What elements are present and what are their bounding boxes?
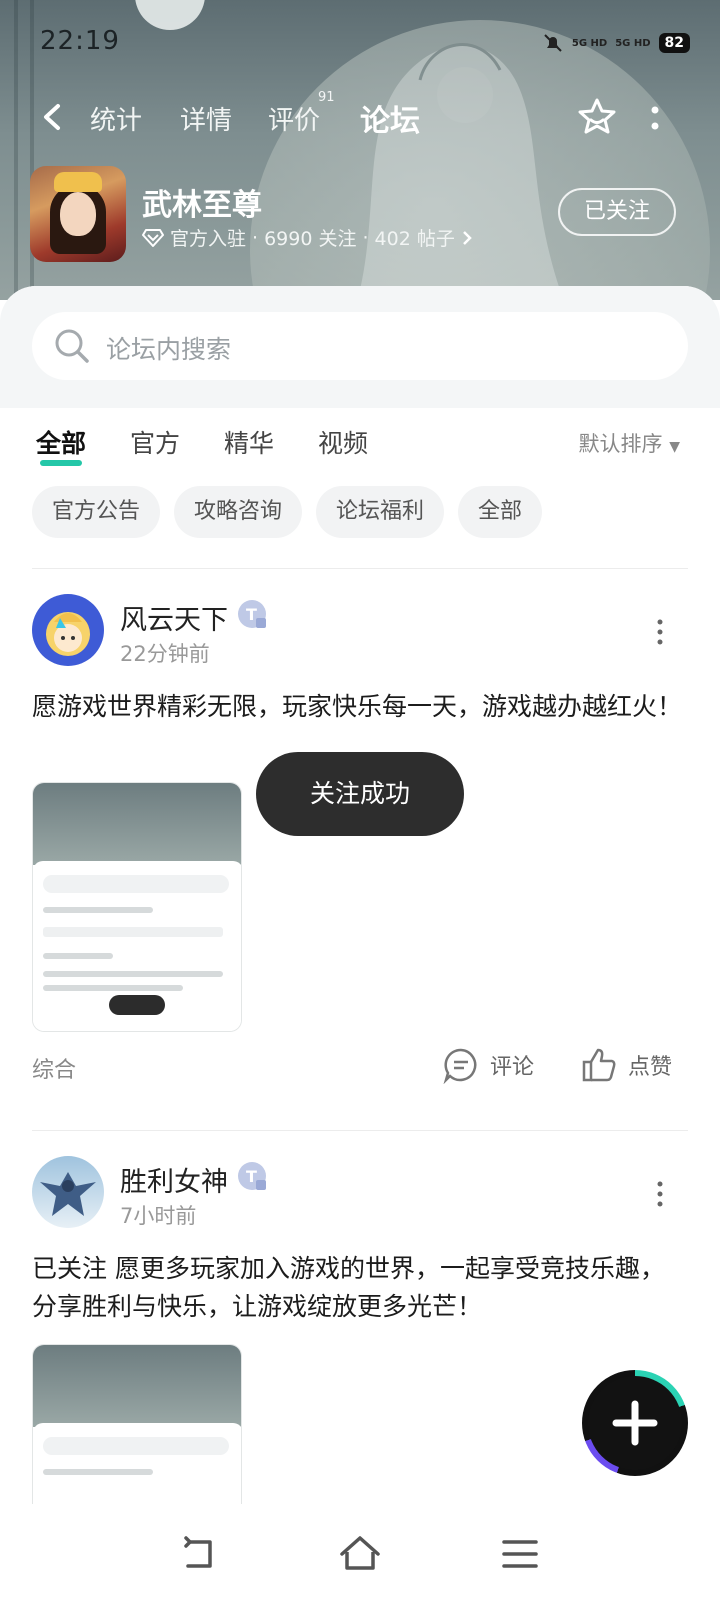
- mute-bell-icon: [544, 34, 562, 52]
- svg-text:T: T: [246, 605, 257, 624]
- tab-forum[interactable]: 论坛: [360, 96, 420, 140]
- top-nav: 统计 详情 评价 91 论坛: [0, 90, 720, 146]
- divider: [32, 1130, 688, 1131]
- followers-count: 6990 关注: [264, 228, 357, 250]
- like-label: 点赞: [628, 1055, 673, 1080]
- svg-text:T: T: [246, 1167, 257, 1186]
- status-time: 22:19: [40, 26, 120, 56]
- chevron-right-icon: [462, 230, 472, 245]
- sort-label: 默认排序: [578, 432, 663, 456]
- meta-separator: ·: [252, 226, 259, 249]
- like-button[interactable]: 点赞: [580, 1046, 672, 1084]
- post-category: 综合: [32, 1058, 77, 1083]
- system-nav-bar: [0, 1512, 720, 1600]
- caret-down-icon: ▼: [669, 439, 680, 455]
- search-icon: [55, 329, 89, 363]
- more-vertical-icon[interactable]: [650, 104, 660, 134]
- post-text: 已关注 愿更多玩家加入游戏的世界，一起享受竞技乐趣，分享胜利与快乐，让游戏绽放更…: [32, 1254, 665, 1321]
- post-author[interactable]: 风云天下: [120, 598, 228, 637]
- menu-icon[interactable]: [498, 1532, 542, 1576]
- status-icons: 5G HD 5G HD 82: [542, 32, 690, 54]
- tab-reviews[interactable]: 评价: [268, 100, 320, 137]
- chip-guides[interactable]: 攻略咨询: [174, 486, 303, 538]
- app-info: 武林至尊 官方入驻 · 6990 关注 · 402 帖子 已关注: [30, 166, 690, 262]
- tab-stats[interactable]: 统计: [90, 100, 142, 137]
- chip-welfare[interactable]: 论坛福利: [316, 486, 445, 538]
- signal-1-label: 5G HD: [571, 37, 608, 49]
- create-post-button[interactable]: [582, 1370, 688, 1476]
- home-icon[interactable]: [338, 1532, 382, 1576]
- star-icon[interactable]: [576, 96, 618, 138]
- search-area: 论坛内搜索: [0, 286, 720, 408]
- thumbs-up-icon: [582, 1048, 616, 1082]
- comment-icon: [443, 1048, 477, 1084]
- signal-2-label: 5G HD: [615, 37, 651, 49]
- diamond-icon: [142, 228, 164, 247]
- more-vertical-icon[interactable]: [656, 1180, 664, 1208]
- user-level-icon: T: [238, 600, 266, 628]
- chip-official-notice[interactable]: 官方公告: [32, 486, 161, 538]
- plus-icon: [612, 1400, 658, 1446]
- sort-dropdown[interactable]: 默认排序 ▼: [579, 428, 680, 458]
- follow-button[interactable]: 已关注: [558, 188, 676, 236]
- post-image[interactable]: [32, 782, 242, 1032]
- app-meta[interactable]: 官方入驻 · 6990 关注 · 402 帖子: [142, 224, 473, 251]
- comment-button[interactable]: 评论: [442, 1046, 534, 1084]
- avatar[interactable]: [32, 594, 104, 666]
- avatar[interactable]: [32, 1156, 104, 1228]
- post-image[interactable]: [32, 1344, 242, 1504]
- app-icon[interactable]: [30, 166, 126, 262]
- filter-tab-all[interactable]: 全部: [36, 424, 86, 466]
- chevron-left-icon[interactable]: [36, 100, 70, 134]
- post-time: 22分钟前: [120, 642, 210, 666]
- search-placeholder: 论坛内搜索: [106, 335, 232, 364]
- category-chips: 官方公告 攻略咨询 论坛福利 全部: [32, 486, 543, 538]
- more-vertical-icon[interactable]: [656, 618, 664, 646]
- user-level-icon: T: [238, 1162, 266, 1190]
- battery-level: 82: [658, 33, 690, 53]
- status-bar: 22:19 5G HD 5G HD 82: [0, 0, 720, 80]
- post-text: 愿游戏世界精彩无限，玩家快乐每一天，游戏越办越红火！: [32, 692, 683, 721]
- app-title: 武林至尊: [142, 188, 262, 223]
- toast-message: 关注成功: [256, 752, 464, 836]
- post-author[interactable]: 胜利女神: [120, 1160, 228, 1199]
- filter-tab-video[interactable]: 视频: [318, 424, 368, 460]
- back-icon[interactable]: [178, 1532, 222, 1576]
- tab-details[interactable]: 详情: [180, 100, 232, 137]
- official-label: 官方入驻: [170, 228, 247, 250]
- chip-all[interactable]: 全部: [458, 486, 543, 538]
- posts-count: 402 帖子: [374, 228, 455, 250]
- filter-tab-official[interactable]: 官方: [130, 424, 180, 460]
- meta-separator: ·: [362, 226, 369, 249]
- comment-label: 评论: [490, 1055, 535, 1080]
- review-count-badge: 91: [318, 90, 335, 105]
- filter-tab-featured[interactable]: 精华: [224, 424, 274, 460]
- post-time: 7小时前: [120, 1204, 197, 1228]
- divider: [32, 568, 688, 569]
- search-input[interactable]: 论坛内搜索: [32, 312, 688, 380]
- filter-tabs: 全部 官方 精华 视频 默认排序 ▼: [0, 420, 720, 470]
